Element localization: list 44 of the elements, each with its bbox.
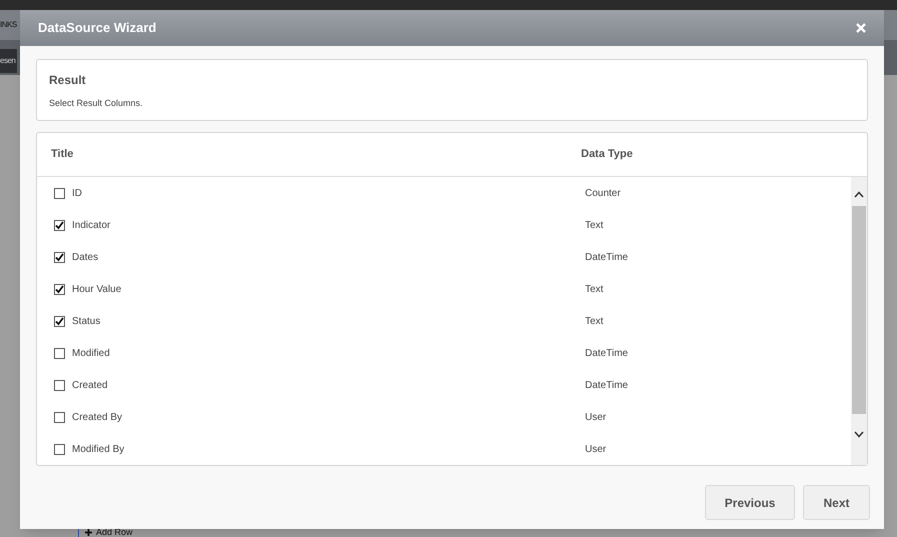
wizard-button[interactable]: Next: [803, 485, 870, 520]
data-type: DateTime: [585, 346, 628, 360]
checkbox[interactable]: [54, 380, 65, 390]
checkbox[interactable]: [54, 316, 65, 326]
column-title: Created: [72, 378, 108, 392]
close-button[interactable]: [856, 23, 866, 33]
dialog-title: DataSource Wizard: [38, 19, 156, 38]
data-type: User: [585, 442, 606, 456]
data-type: DateTime: [585, 250, 628, 264]
data-type: Text: [585, 314, 604, 328]
data-type: User: [585, 410, 606, 424]
column-title: ID: [72, 186, 82, 200]
data-type: DateTime: [585, 378, 628, 392]
checkbox[interactable]: [54, 220, 65, 230]
column-title: Modified: [72, 346, 110, 360]
close-icon: [856, 23, 866, 33]
scroll-down-icon[interactable]: [854, 431, 864, 438]
checkbox[interactable]: [54, 444, 65, 454]
column-title: Hour Value: [72, 282, 122, 296]
data-type: Text: [585, 218, 604, 232]
data-type: Counter: [585, 186, 621, 200]
checkbox[interactable]: [54, 348, 65, 358]
column-header: Data Type: [581, 147, 633, 162]
scroll-up-icon[interactable]: [854, 191, 864, 198]
tab-label: esen: [0, 49, 18, 73]
column-title: Modified By: [72, 442, 124, 456]
nav-label: INKS: [0, 19, 17, 31]
section-description: Select Result Columns.: [49, 97, 144, 110]
column-title: Status: [72, 314, 100, 328]
column-header: Title: [50, 147, 74, 162]
add-row-link[interactable]: Add Row: [96, 528, 133, 537]
wizard-button[interactable]: Previous: [705, 485, 795, 520]
checkbox[interactable]: [54, 252, 65, 262]
column-title: Created By: [72, 410, 122, 424]
checkbox[interactable]: [54, 412, 65, 422]
scroll-thumb[interactable]: [852, 206, 866, 414]
column-title: Dates: [72, 250, 98, 264]
data-type: Text: [585, 282, 604, 296]
checkbox[interactable]: [54, 284, 65, 294]
column-title: Indicator: [72, 218, 110, 232]
plus-icon: [85, 529, 92, 536]
checkbox[interactable]: [54, 188, 65, 198]
section-title: Result: [49, 72, 87, 89]
scrollbar[interactable]: [851, 177, 867, 465]
